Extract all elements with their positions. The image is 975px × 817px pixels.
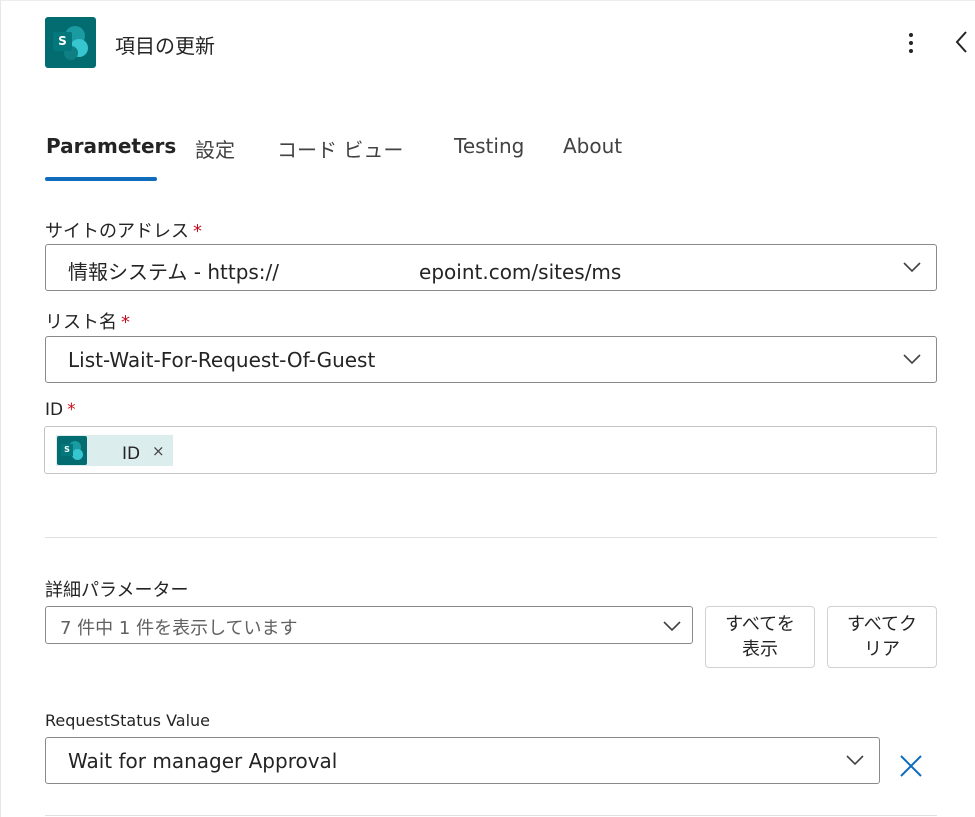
chevron-down-icon: [846, 755, 864, 766]
action-panel: S 項目の更新 Parameters 設定 コード ビュー Testing Ab…: [0, 0, 975, 817]
required-mark: *: [193, 221, 202, 242]
chevron-down-icon: [903, 262, 921, 273]
request-status-dropdown[interactable]: Wait for manager Approval: [45, 737, 880, 784]
id-token-label: ID: [122, 444, 141, 464]
remove-token-button[interactable]: ×: [152, 442, 165, 460]
sharepoint-icon: S: [57, 436, 87, 465]
list-name-label: リスト名 *: [45, 312, 130, 333]
tab-settings[interactable]: 設定: [195, 134, 235, 163]
tab-code-view[interactable]: コード ビュー: [277, 134, 403, 163]
show-all-button[interactable]: すべてを 表示: [705, 606, 815, 668]
site-address-value-start: 情報システム - https://: [68, 260, 280, 284]
clear-all-label-line1: すべてク: [846, 614, 918, 635]
site-address-dropdown[interactable]: 情報システム - https:// epoint.com/sites/ms: [45, 244, 937, 291]
clear-all-label-line2: リア: [864, 639, 900, 660]
sharepoint-icon: S: [45, 17, 96, 68]
list-name-value: List-Wait-For-Request-Of-Guest: [68, 348, 376, 372]
action-title: 項目の更新: [115, 34, 215, 58]
id-input[interactable]: S ID ×: [44, 426, 937, 474]
advanced-params-summary: 7 件中 1 件を表示しています: [60, 618, 298, 639]
tab-about[interactable]: About: [563, 134, 622, 158]
advanced-params-label: 詳細パラメーター: [45, 580, 189, 601]
show-all-label-line1: すべてを: [725, 614, 795, 635]
site-address-value-tail: epoint.com/sites/ms: [419, 260, 622, 284]
advanced-params-dropdown[interactable]: 7 件中 1 件を表示しています: [45, 606, 693, 644]
bottom-divider: [45, 815, 937, 816]
chevron-left-icon: [955, 31, 967, 53]
sharepoint-logo-letter: S: [53, 32, 72, 51]
close-icon: [900, 755, 922, 777]
clear-all-button[interactable]: すべてク リア: [827, 606, 937, 668]
site-address-label: サイトのアドレス *: [45, 221, 202, 242]
active-tab-indicator: [45, 177, 157, 181]
chevron-down-icon: [663, 621, 681, 632]
list-name-dropdown[interactable]: List-Wait-For-Request-Of-Guest: [45, 336, 937, 383]
tab-parameters[interactable]: Parameters: [46, 134, 176, 158]
show-all-label-line2: 表示: [742, 639, 778, 660]
section-divider: [45, 537, 937, 538]
more-options-button[interactable]: [899, 29, 923, 57]
remove-parameter-button[interactable]: [898, 753, 924, 779]
chevron-down-icon: [903, 354, 921, 365]
site-address-value: 情報システム - https:// epoint.com/sites/ms: [68, 256, 621, 285]
collapse-panel-button[interactable]: [951, 29, 973, 55]
token-logo-letter: S: [61, 444, 73, 456]
request-status-label: RequestStatus Value: [45, 711, 210, 730]
id-token[interactable]: S ID ×: [56, 435, 173, 466]
id-label: ID *: [45, 400, 76, 420]
request-status-value: Wait for manager Approval: [68, 749, 338, 773]
required-mark: *: [121, 312, 130, 333]
tab-testing[interactable]: Testing: [454, 134, 524, 158]
required-mark: *: [67, 400, 76, 420]
